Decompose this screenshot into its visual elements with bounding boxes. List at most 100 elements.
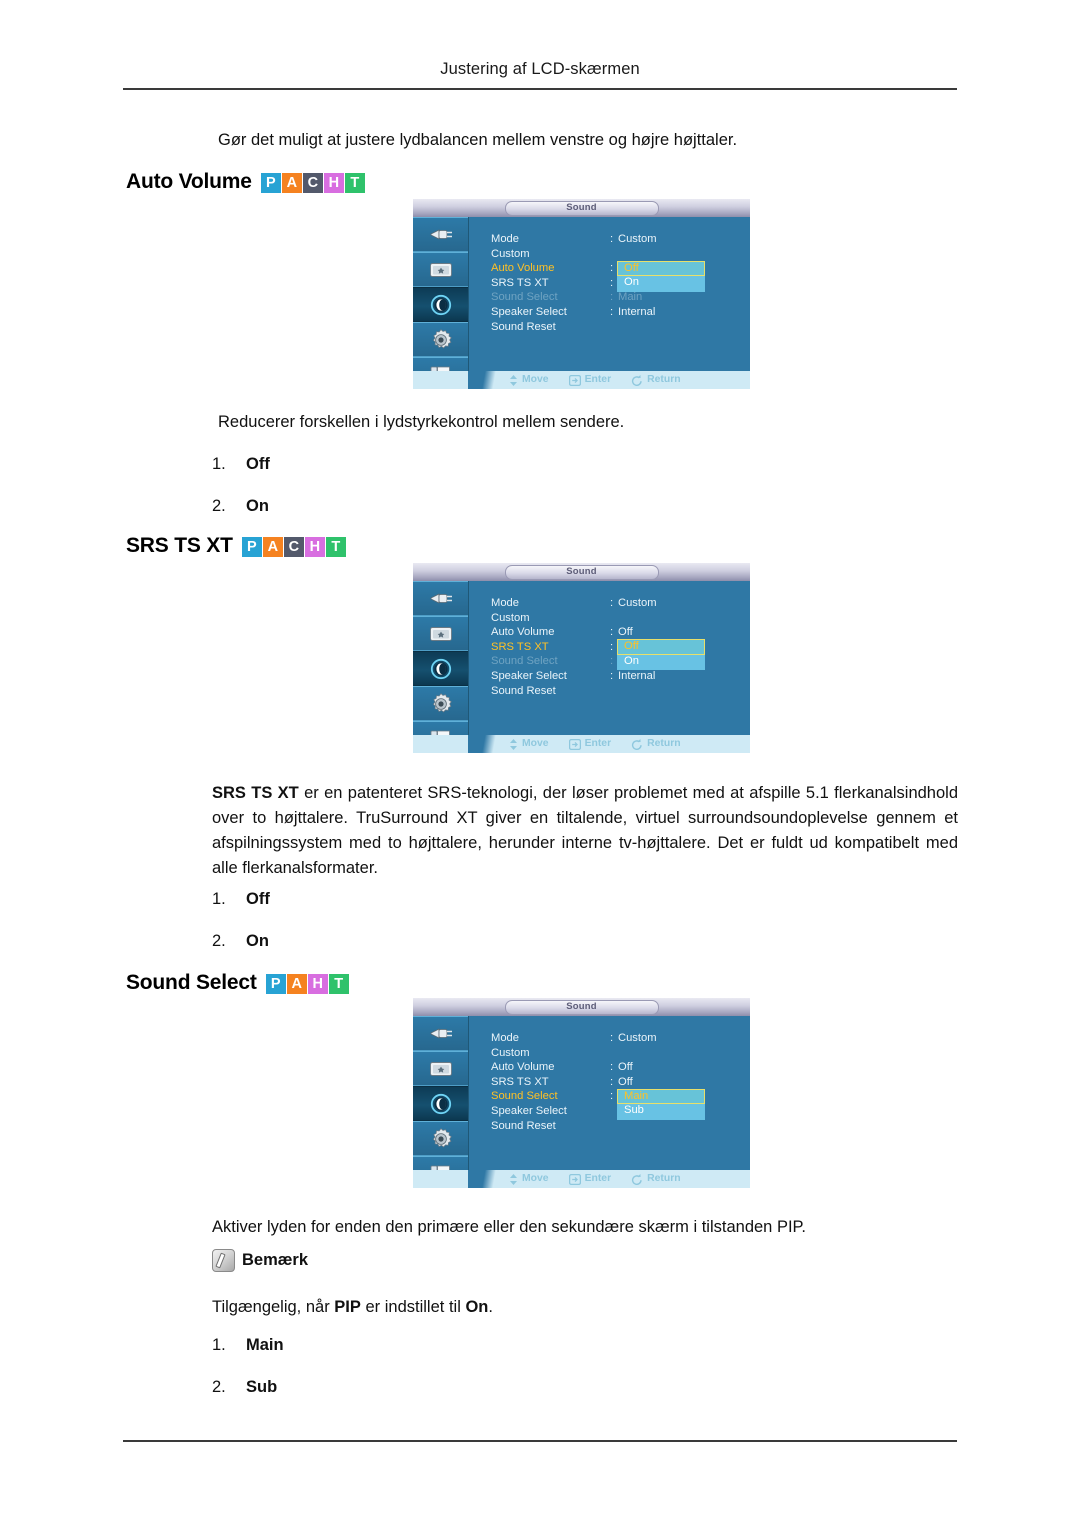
osd-footer-label: Enter: [584, 1172, 612, 1184]
osd-footer-return[interactable]: Return: [631, 1172, 681, 1185]
osd-menu-row[interactable]: Custom: [491, 247, 750, 262]
return-icon: [631, 738, 643, 750]
osd-value-popup[interactable]: Off On: [617, 639, 705, 671]
osd-sidebar-picture-icon[interactable]: [413, 1051, 468, 1086]
osd-row-label: Custom: [491, 1046, 530, 1059]
osd-row-label: Custom: [491, 247, 530, 260]
option-item: 2. On: [212, 497, 269, 516]
osd-popup-option-selected[interactable]: Off: [617, 260, 705, 277]
osd-sidebar-input-source-icon[interactable]: [413, 1016, 468, 1051]
osd-sidebar-picture-icon[interactable]: [413, 252, 468, 287]
osd-title-text: Sound: [566, 1001, 597, 1013]
osd-row-label: Speaker Select: [491, 1104, 567, 1117]
osd-title-bar: Sound: [413, 199, 750, 217]
osd-menu-body: Mode: Custom Custom Auto Volume: Off SRS TS X…: [469, 581, 750, 753]
osd-sidebar-input-source-icon[interactable]: [413, 217, 468, 252]
osd-menu-row[interactable]: SRS TS XT: Off: [491, 1075, 750, 1090]
badge-t-icon: T: [325, 537, 346, 557]
osd-row-colon: :: [610, 655, 614, 668]
running-header: Justering af LCD-skærmen: [440, 60, 640, 78]
updown-arrow-icon: [509, 374, 518, 386]
osd-footer-label: Return: [647, 1172, 681, 1184]
badge-h-icon: H: [304, 537, 325, 557]
note-text-part1: Tilgængelig, når: [212, 1298, 335, 1316]
note-label: Bemærk: [242, 1251, 309, 1269]
option-number: 1.: [212, 890, 226, 908]
osd-popup-option[interactable]: On: [617, 276, 705, 292]
osd-title-pill: Sound: [504, 999, 659, 1015]
osd-row-label: Speaker Select: [491, 669, 567, 682]
badges-srs-ts-xt: PACHT: [241, 537, 346, 557]
badge-p-icon: P: [260, 173, 281, 193]
osd-menu-body: Mode: Custom Custom Auto Volume: Off SRS TS X…: [469, 1016, 750, 1188]
osd-title-pill: Sound: [504, 564, 659, 580]
osd-footer-move[interactable]: Move: [509, 374, 549, 386]
osd-row-label: Sound Select: [491, 1090, 558, 1103]
osd-row-colon: :: [610, 1061, 614, 1074]
osd-menu-row[interactable]: Speaker Select: Internal: [491, 669, 750, 684]
note-availability-text: Tilgængelig, når PIP er indstillet til O…: [212, 1295, 958, 1320]
osd-screenshot-sound-select: Sound Mode: Custom Custom Auto Volume: Off SRS…: [413, 998, 750, 1188]
osd-value-popup[interactable]: Main Sub: [617, 1088, 705, 1121]
badge-a-icon: A: [262, 537, 283, 557]
osd-menu-row[interactable]: Custom: [491, 611, 750, 626]
osd-footer-bar: Move Enter Return: [413, 371, 750, 389]
osd-row-label: Sound Select: [491, 655, 558, 668]
osd-popup-option[interactable]: On: [617, 654, 705, 671]
osd-sidebar-setup-gear-icon[interactable]: [413, 322, 468, 357]
osd-footer-enter[interactable]: Enter: [568, 1172, 612, 1185]
osd-menu-row[interactable]: Sound Reset: [491, 684, 750, 699]
osd-popup-option-selected[interactable]: Main: [617, 1088, 705, 1105]
osd-row-label: Custom: [491, 611, 530, 624]
osd-menu-row[interactable]: Speaker Select: Internal: [491, 305, 750, 320]
enter-icon: [568, 1173, 581, 1185]
description-lead-srs: SRS TS XT: [212, 784, 299, 802]
osd-screenshot-auto-volume: Sound Mode: Custom Custom Auto Volume: SRS TS…: [413, 199, 750, 389]
osd-popup-option-selected[interactable]: Off: [617, 639, 705, 655]
osd-sidebar-picture-icon[interactable]: [413, 616, 468, 651]
osd-footer-label: Move: [522, 737, 549, 749]
osd-menu-row[interactable]: Sound Select: Main: [491, 290, 750, 305]
osd-row-label: Sound Reset: [491, 1119, 556, 1132]
osd-title-bar: Sound: [413, 998, 750, 1016]
osd-value-popup[interactable]: Off On: [617, 260, 705, 292]
osd-sidebar-setup-gear-icon[interactable]: [413, 686, 468, 721]
osd-footer-move[interactable]: Move: [509, 737, 549, 750]
osd-footer-return[interactable]: Return: [631, 374, 681, 386]
osd-row-colon: :: [610, 1090, 614, 1103]
osd-footer-return[interactable]: Return: [631, 738, 681, 750]
osd-title-bar: Sound: [413, 563, 750, 581]
osd-row-colon: :: [610, 597, 614, 609]
osd-row-value: Off: [618, 1075, 633, 1088]
osd-sidebar-input-source-icon[interactable]: [413, 581, 468, 616]
option-value: Off: [246, 890, 270, 908]
option-item: 2. On: [212, 932, 269, 951]
option-number: 1.: [212, 1336, 226, 1354]
osd-menu-row[interactable]: Auto Volume: Off: [491, 625, 750, 640]
osd-sidebar-sound-icon[interactable]: [413, 287, 468, 322]
osd-menu-row[interactable]: Auto Volume: Off: [491, 1060, 750, 1075]
badge-t-icon: T: [328, 974, 349, 994]
osd-row-colon: :: [610, 1032, 614, 1044]
osd-sidebar: [413, 581, 469, 753]
osd-menu-row[interactable]: Mode: Custom: [491, 1031, 750, 1046]
badge-h-icon: H: [323, 173, 344, 193]
osd-footer-move[interactable]: Move: [509, 1173, 549, 1185]
osd-row-label: Auto Volume: [491, 1061, 555, 1074]
badge-t-icon: T: [344, 173, 365, 193]
badges-auto-volume: PACHT: [260, 173, 365, 193]
osd-footer-enter[interactable]: Enter: [568, 738, 611, 750]
osd-menu-row[interactable]: Mode: Custom: [491, 232, 750, 247]
option-number: 2.: [212, 1378, 226, 1396]
osd-menu-row[interactable]: Mode: Custom: [491, 596, 750, 611]
osd-sidebar-setup-gear-icon[interactable]: [413, 1121, 468, 1156]
osd-menu-row[interactable]: Sound Reset: [491, 320, 750, 335]
footer-rule: [123, 1440, 957, 1442]
section-heading-auto-volume: Auto Volume PACHT: [126, 170, 365, 194]
osd-footer-enter[interactable]: Enter: [568, 374, 611, 386]
osd-menu-row[interactable]: Sound Reset: [491, 1119, 750, 1134]
osd-sidebar-sound-icon[interactable]: [413, 651, 468, 686]
osd-popup-option[interactable]: Sub: [617, 1104, 705, 1121]
osd-menu-row[interactable]: Custom: [491, 1046, 750, 1061]
osd-sidebar-sound-icon[interactable]: [413, 1086, 468, 1121]
